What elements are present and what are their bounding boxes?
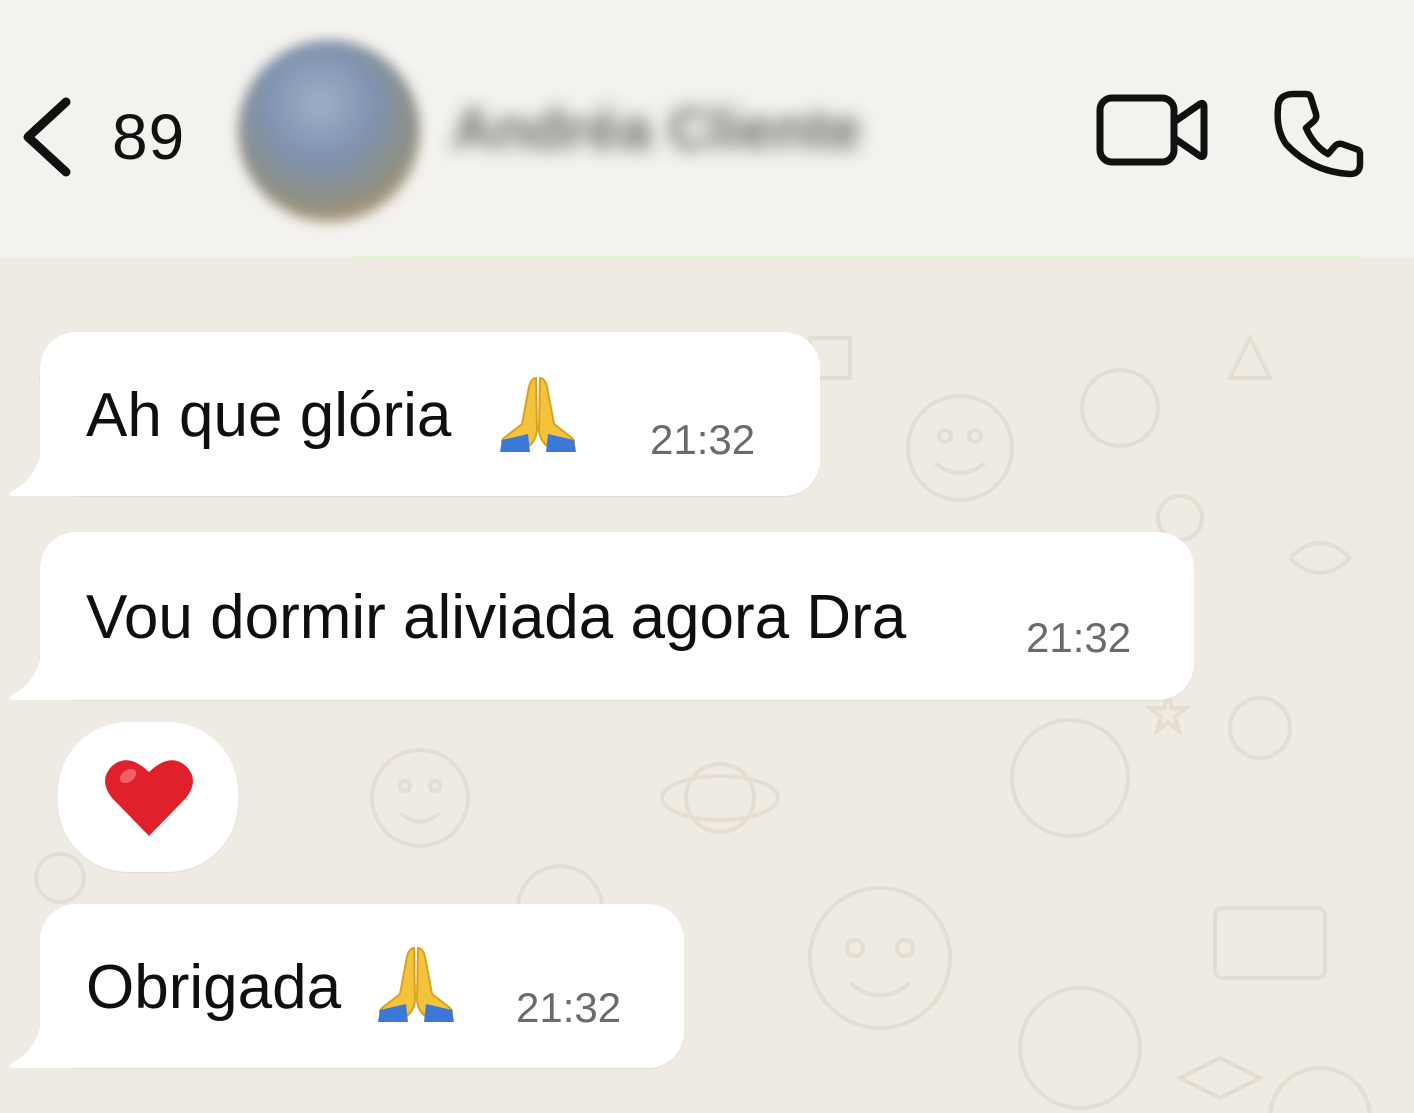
chat-header: 89 Andréa Cliente (0, 0, 1414, 264)
red-heart-icon (104, 754, 194, 838)
folded-hands-icon (496, 372, 580, 456)
contact-name[interactable]: Andréa Cliente (452, 96, 912, 166)
message-bubble[interactable]: Ah que glória 21:32 (10, 332, 820, 496)
bubble-tail (10, 1008, 80, 1068)
chevron-left-icon (23, 97, 71, 177)
phone-icon (1274, 90, 1364, 178)
avatar[interactable] (238, 40, 420, 222)
message-bubble[interactable]: Obrigada 21:32 (10, 904, 684, 1068)
message-bubble[interactable]: Vou dormir aliviada agora Dra 21:32 (10, 532, 1194, 700)
message-text: Ah que glória (86, 381, 452, 450)
message-text: Vou dormir aliviada agora Dra (86, 583, 907, 652)
bubble-tail (10, 640, 80, 700)
video-camera-icon (1096, 94, 1208, 166)
message-time: 21:32 (650, 416, 756, 463)
unread-count: 89 (112, 101, 186, 173)
emoji-bubble[interactable] (58, 722, 238, 872)
chat-area[interactable]: Ah que glória 21:32 Vou dormir aliviada … (0, 258, 1414, 1113)
back-button[interactable]: 89 (18, 92, 185, 182)
message-time: 21:32 (1026, 614, 1132, 661)
bubble-tail (10, 436, 80, 496)
message-text: Obrigada (86, 953, 342, 1022)
folded-hands-icon (374, 942, 458, 1026)
video-call-button[interactable] (1096, 90, 1208, 170)
message-time: 21:32 (516, 984, 622, 1031)
voice-call-button[interactable] (1272, 88, 1364, 180)
